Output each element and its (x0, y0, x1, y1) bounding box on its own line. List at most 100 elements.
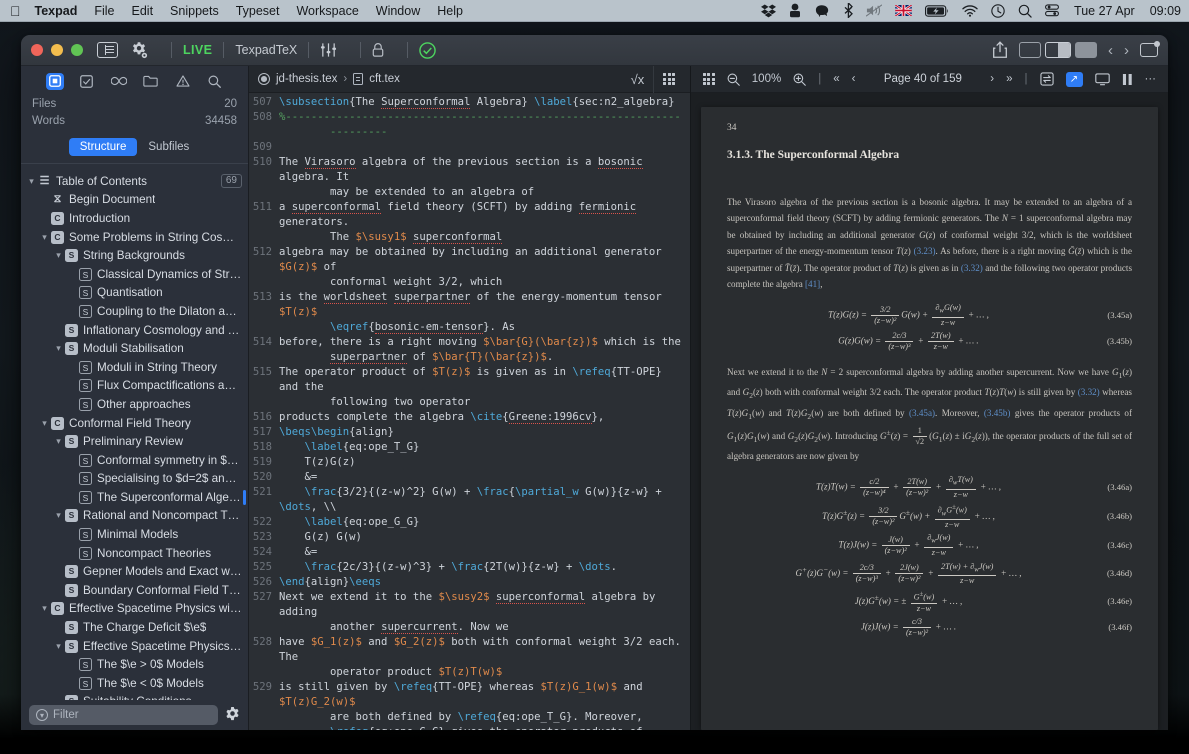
code-line-text[interactable]: T(z)G(z) (279, 455, 364, 470)
pdf-more-options-icon[interactable]: ··· (1139, 66, 1163, 93)
pdf-sync-icon[interactable] (1034, 66, 1060, 93)
volume-muted-icon[interactable] (866, 0, 883, 22)
toc-item[interactable]: S Quantisation (21, 284, 248, 303)
toc-item[interactable]: S The $\e > 0$ Models (21, 655, 248, 674)
code-line[interactable]: 513 is the worldsheet superpartner of the… (249, 290, 690, 335)
live-typeset-label[interactable]: LIVE (183, 43, 212, 57)
dropbox-icon[interactable] (761, 0, 777, 22)
files-folder-icon[interactable] (142, 73, 160, 90)
code-line-text[interactable] (279, 140, 287, 155)
code-line[interactable]: 512 algebra may be obtained by including … (249, 245, 690, 290)
code-line[interactable]: 516 products complete the algebra \cite{G… (249, 410, 690, 425)
code-line-text[interactable]: is the worldsheet superpartner of the en… (279, 290, 690, 335)
zoom-button[interactable] (71, 44, 83, 56)
view-mode-editor-only[interactable] (1019, 42, 1041, 58)
code-line-text[interactable]: The Virasoro algebra of the previous sec… (279, 155, 690, 200)
code-line-text[interactable]: The operator product of $T(z)$ is given … (279, 365, 690, 410)
menu-item-help[interactable]: Help (437, 4, 463, 18)
pdf-scroll-area[interactable]: 34 3.1.3. The Superconformal Algebra The… (691, 93, 1168, 730)
pdf-split-pause-icon[interactable] (1116, 66, 1139, 93)
pdf-ref-link-323[interactable]: (3.23) (914, 246, 936, 256)
project-target-icon[interactable] (258, 73, 270, 85)
menu-item-workspace[interactable]: Workspace (296, 4, 358, 18)
nav-back-chevron-icon[interactable]: ‹ (1108, 42, 1113, 59)
code-line-text[interactable]: \frac{3/2}{(z-w)^2} G(w) + \frac{\partia… (279, 485, 690, 515)
code-line[interactable]: 511 a superconformal field theory (SCFT) … (249, 200, 690, 245)
time-machine-icon[interactable] (991, 0, 1005, 22)
pdf-jump-to-source-icon[interactable]: ↗ (1060, 66, 1089, 93)
chevron-down-icon[interactable]: ▾ (38, 418, 51, 429)
menubar-time[interactable]: 09:09 (1150, 4, 1181, 18)
wifi-icon[interactable] (962, 0, 978, 22)
math-preview-icon[interactable]: √x (622, 66, 654, 93)
toc-item[interactable]: S Inflationary Cosmology and The ... (21, 321, 248, 340)
breadcrumb-root[interactable]: jd-thesis.tex (276, 73, 337, 85)
code-line-text[interactable]: G(z) G(w) (279, 530, 370, 545)
typeset-engine-label[interactable]: TexpadTeX (235, 43, 297, 57)
chevron-down-icon[interactable]: ▾ (25, 176, 38, 187)
tab-subfiles[interactable]: Subfiles (137, 138, 200, 156)
code-line[interactable]: 507 \subsection{The Superconformal Algebr… (249, 95, 690, 110)
toc-item[interactable]: C Introduction (21, 209, 248, 228)
share-icon[interactable] (992, 41, 1008, 59)
toc-item[interactable]: S Classical Dynamics of String (21, 265, 248, 284)
code-line-text[interactable]: products complete the algebra \cite{Gree… (279, 410, 612, 425)
menu-item-window[interactable]: Window (376, 4, 420, 18)
code-line-text[interactable]: have $G_1(z)$ and $G_2(z)$ both with con… (279, 635, 690, 680)
chevron-down-icon[interactable]: ▾ (38, 603, 51, 614)
toc-root-row[interactable]: ▾ ☰ Table of Contents 69 (21, 172, 248, 191)
view-mode-segmented-control[interactable] (1019, 42, 1097, 58)
toc-item[interactable]: S The $\e < 0$ Models (21, 674, 248, 693)
code-line-text[interactable]: \end{align}\eeqs (279, 575, 389, 590)
code-line-text[interactable]: \label{eq:ope_T_G} (279, 440, 427, 455)
tab-structure[interactable]: Structure (68, 138, 138, 156)
sidebar-toggle-button[interactable] (97, 42, 118, 58)
lock-icon[interactable] (372, 42, 384, 58)
pdf-presentation-icon[interactable] (1089, 66, 1116, 93)
toc-item[interactable]: S Gepner Models and Exact world... (21, 562, 248, 581)
toc-item[interactable]: S Coupling to the Dilaton and B... (21, 302, 248, 321)
view-mode-preview-only[interactable] (1075, 42, 1097, 58)
pdf-next-page-icon[interactable]: › (984, 66, 1000, 93)
code-line-text[interactable]: before, there is a right moving $\bar{G}… (279, 335, 689, 365)
pdf-prev-page-icon[interactable]: ‹ (846, 66, 862, 93)
code-line[interactable]: 524 &= (249, 545, 690, 560)
errors-warning-icon[interactable] (174, 73, 192, 90)
toc-item[interactable]: S Boundary Conformal Field Theory (21, 581, 248, 600)
breadcrumb-file[interactable]: cft.tex (369, 73, 400, 85)
apple-menu-icon[interactable]:  (10, 4, 21, 18)
evernote-elephant-icon[interactable] (814, 0, 831, 22)
typeset-settings-sliders-icon[interactable] (320, 42, 337, 58)
code-line[interactable]: 514 before, there is a right moving $\bar… (249, 335, 690, 365)
new-window-icon[interactable] (1140, 41, 1160, 57)
typeset-status-check-icon[interactable] (419, 41, 437, 59)
code-line[interactable]: 526 \end{align}\eeqs (249, 575, 690, 590)
toc-item[interactable]: ▾ S Effective Spacetime Physics of ... (21, 637, 248, 656)
pdf-thumbnails-icon[interactable] (697, 66, 721, 93)
code-line[interactable]: 529 is still given by \refeq{TT-OPE} wher… (249, 680, 690, 730)
code-line[interactable]: 523 G(z) G(w) (249, 530, 690, 545)
toc-item[interactable]: S The Charge Deficit $\e$ (21, 618, 248, 637)
filter-settings-gear-icon[interactable] (225, 706, 240, 724)
chevron-down-icon[interactable]: ▾ (52, 250, 65, 261)
code-line-text[interactable]: &= (279, 545, 325, 560)
filter-input[interactable]: ▾ Filter (29, 705, 218, 725)
code-line-text[interactable]: %---------------------------------------… (279, 110, 689, 140)
toc-item[interactable]: ▾ C Some Problems in String Cosmolo... (21, 228, 248, 247)
code-line-text[interactable]: \label{eq:ope_G_G} (279, 515, 427, 530)
todo-checkbox-icon[interactable] (78, 73, 96, 90)
breadcrumb[interactable]: jd-thesis.tex › cft.tex (258, 73, 400, 85)
structure-icon[interactable] (45, 72, 64, 90)
code-line[interactable]: 527 Next we extend it to the $\susy2$ sup… (249, 590, 690, 635)
code-line[interactable]: 528 have $G_1(z)$ and $G_2(z)$ both with … (249, 635, 690, 680)
bluetooth-icon[interactable] (844, 0, 853, 22)
view-mode-split[interactable] (1045, 42, 1071, 58)
code-line[interactable]: 517 \beqs\begin{align} (249, 425, 690, 440)
references-infinity-icon[interactable] (110, 73, 128, 90)
code-editor[interactable]: 507 \subsection{The Superconformal Algebr… (249, 93, 690, 730)
menubar-date[interactable]: Tue 27 Apr (1074, 4, 1135, 18)
toc-item[interactable]: S Other approaches (21, 395, 248, 414)
chevron-down-icon[interactable]: ▾ (52, 641, 65, 652)
code-line-text[interactable]: a superconformal field theory (SCFT) by … (279, 200, 690, 245)
code-line-text[interactable]: &= (279, 470, 325, 485)
